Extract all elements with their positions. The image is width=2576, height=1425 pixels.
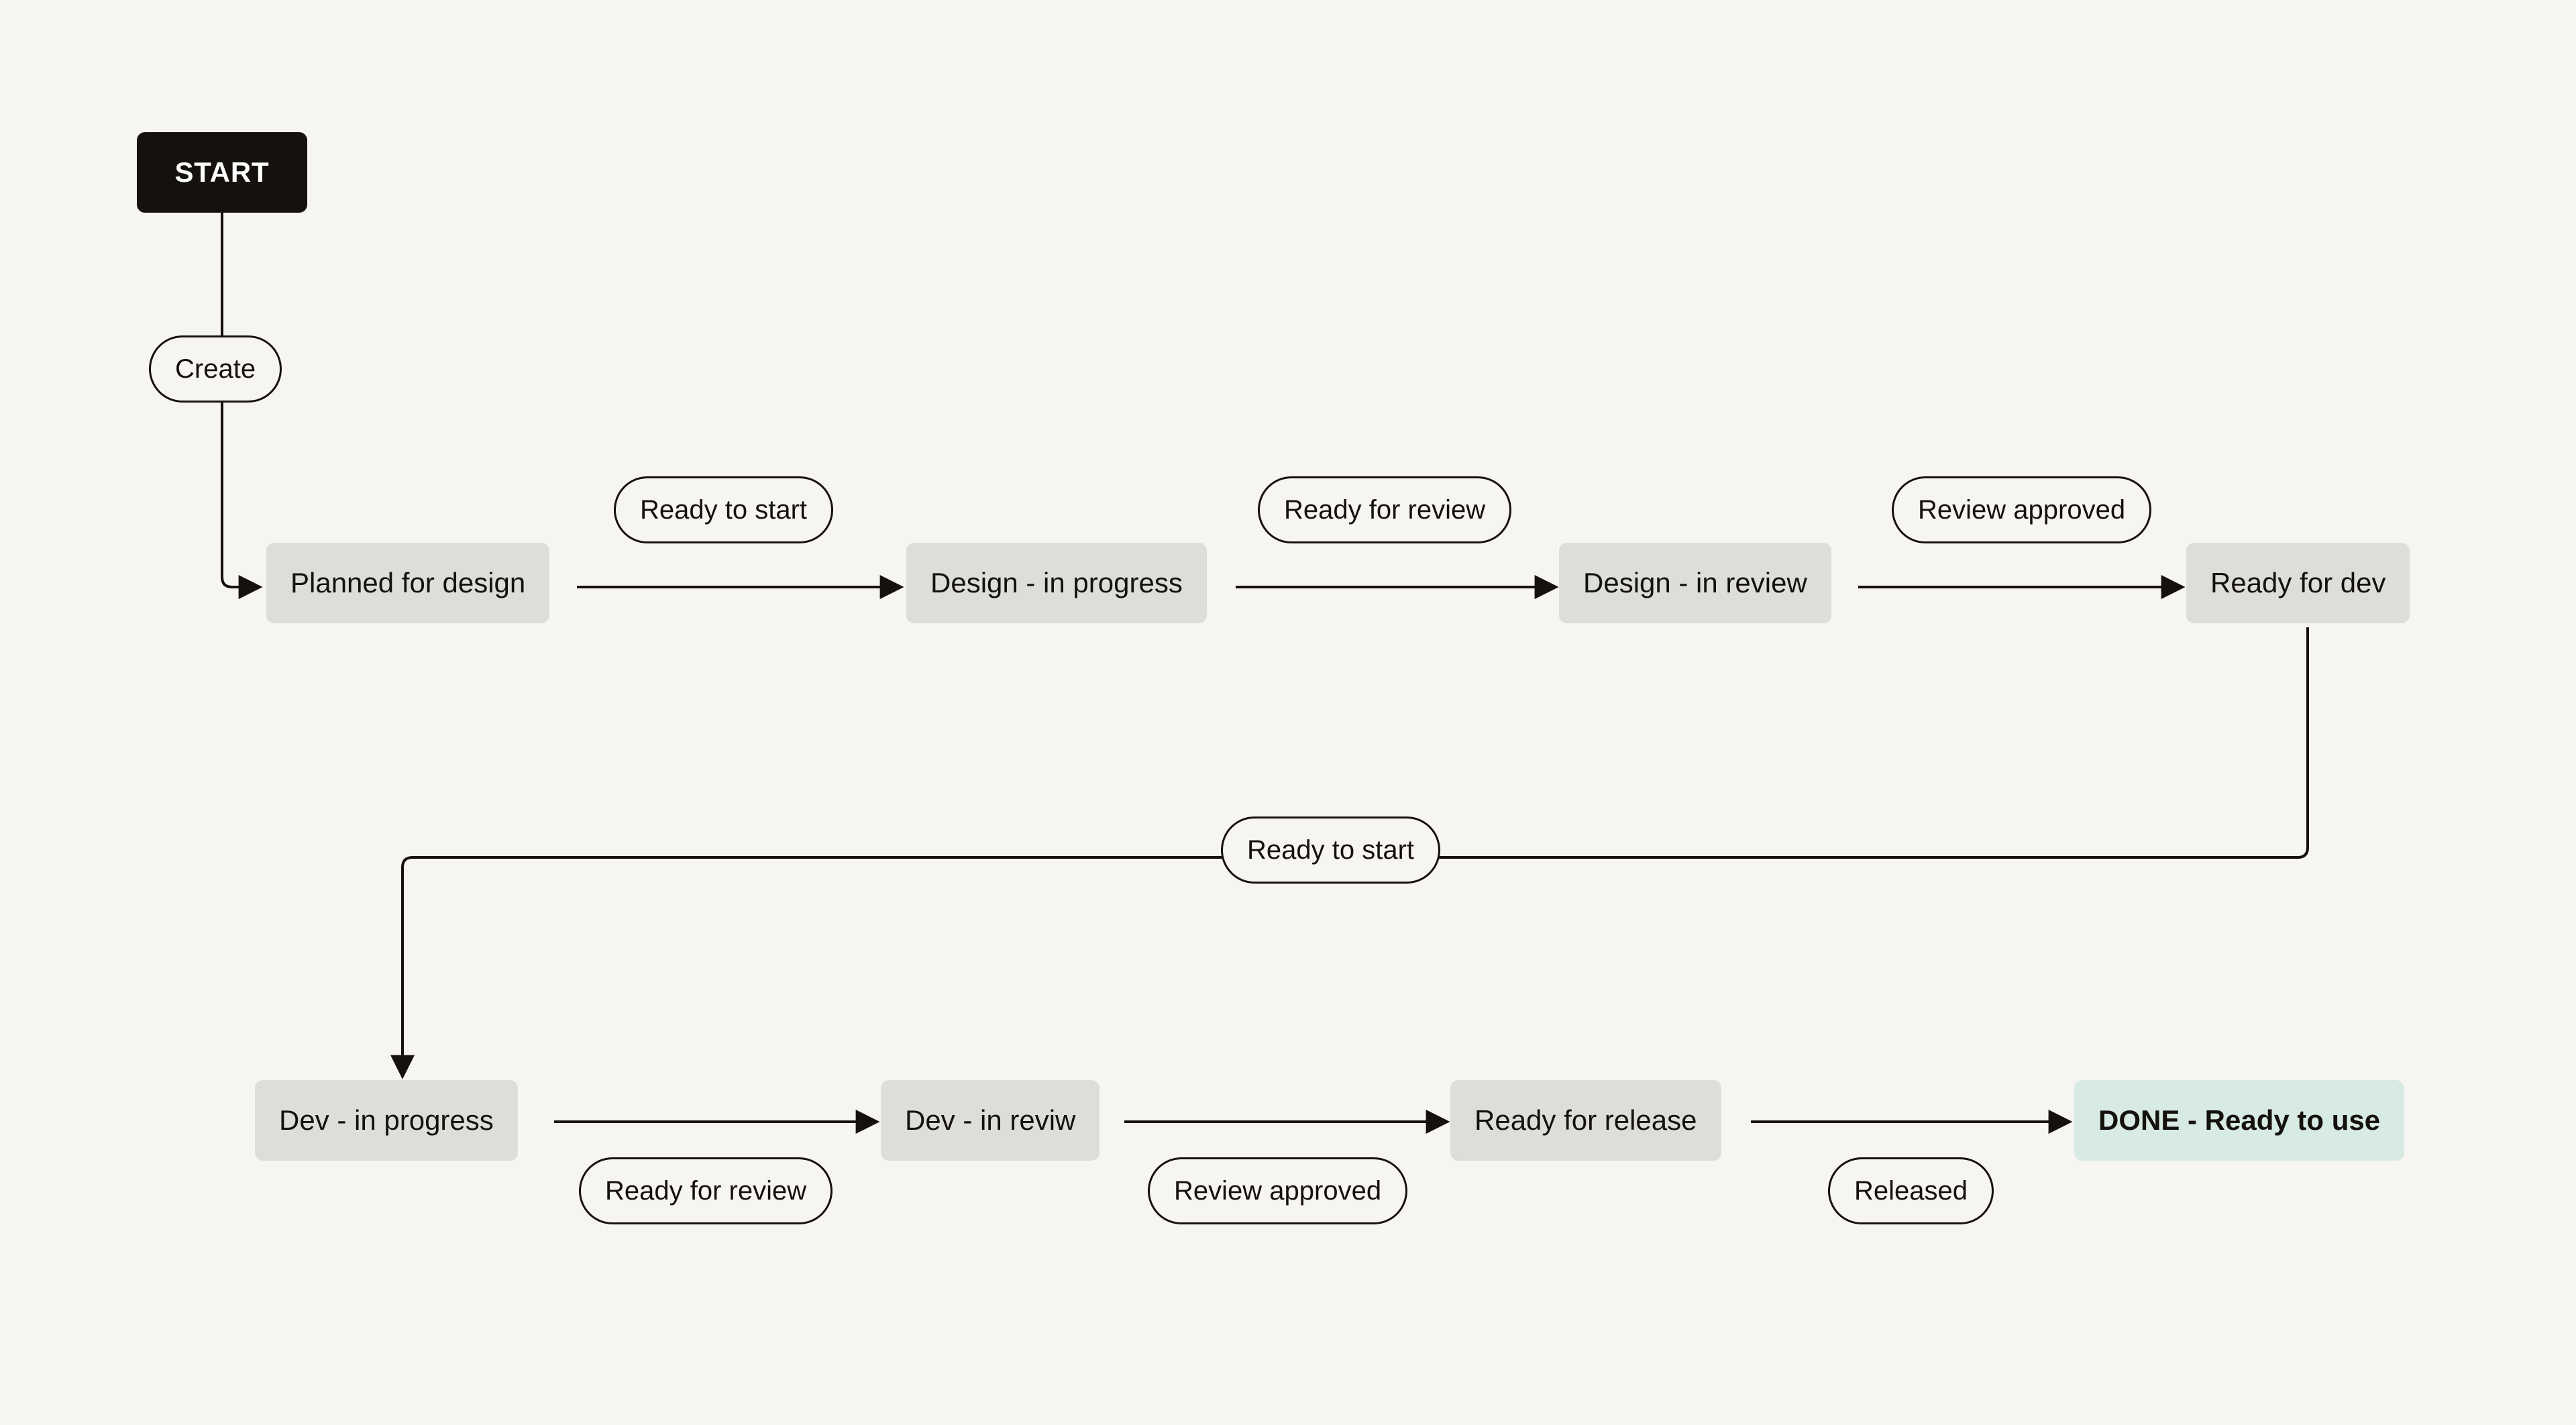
- state-label: Planned for design: [290, 567, 525, 599]
- transition-ready-for-review-2: Ready for review: [579, 1157, 833, 1224]
- transition-ready-to-start-2: Ready to start: [1221, 816, 1440, 884]
- transition-label: Ready for review: [605, 1176, 806, 1206]
- transition-ready-for-review-1: Ready for review: [1258, 476, 1511, 543]
- transition-label: Ready to start: [1247, 835, 1414, 865]
- state-done: DONE - Ready to use: [2074, 1080, 2404, 1161]
- start-node: START: [137, 132, 307, 213]
- state-label: DONE - Ready to use: [2098, 1104, 2380, 1137]
- state-label: Ready for release: [1474, 1104, 1697, 1137]
- transition-ready-to-start-1: Ready to start: [614, 476, 833, 543]
- state-ready-for-release: Ready for release: [1450, 1080, 1721, 1161]
- transition-create: Create: [149, 335, 282, 403]
- state-design-in-review: Design - in review: [1559, 543, 1831, 623]
- transition-review-approved-2: Review approved: [1148, 1157, 1407, 1224]
- state-label: Dev - in reviw: [905, 1104, 1075, 1137]
- transition-label: Ready to start: [640, 495, 807, 525]
- transition-label: Review approved: [1918, 495, 2125, 525]
- transition-released: Released: [1828, 1157, 1994, 1224]
- transition-label: Ready for review: [1284, 495, 1485, 525]
- state-dev-in-review: Dev - in reviw: [881, 1080, 1099, 1161]
- state-label: Design - in review: [1583, 567, 1807, 599]
- transition-review-approved-1: Review approved: [1892, 476, 2151, 543]
- state-planned-for-design: Planned for design: [266, 543, 549, 623]
- state-ready-for-dev: Ready for dev: [2186, 543, 2410, 623]
- state-label: Design - in progress: [930, 567, 1183, 599]
- state-label: Dev - in progress: [279, 1104, 494, 1137]
- transition-label: Create: [175, 354, 256, 384]
- transition-label: Review approved: [1174, 1176, 1381, 1206]
- state-label: Ready for dev: [2210, 567, 2385, 599]
- transition-label: Released: [1854, 1176, 1968, 1206]
- start-label: START: [174, 156, 269, 189]
- state-design-in-progress: Design - in progress: [906, 543, 1207, 623]
- workflow-diagram: START Create Planned for design Design -…: [0, 0, 2576, 1425]
- state-dev-in-progress: Dev - in progress: [255, 1080, 518, 1161]
